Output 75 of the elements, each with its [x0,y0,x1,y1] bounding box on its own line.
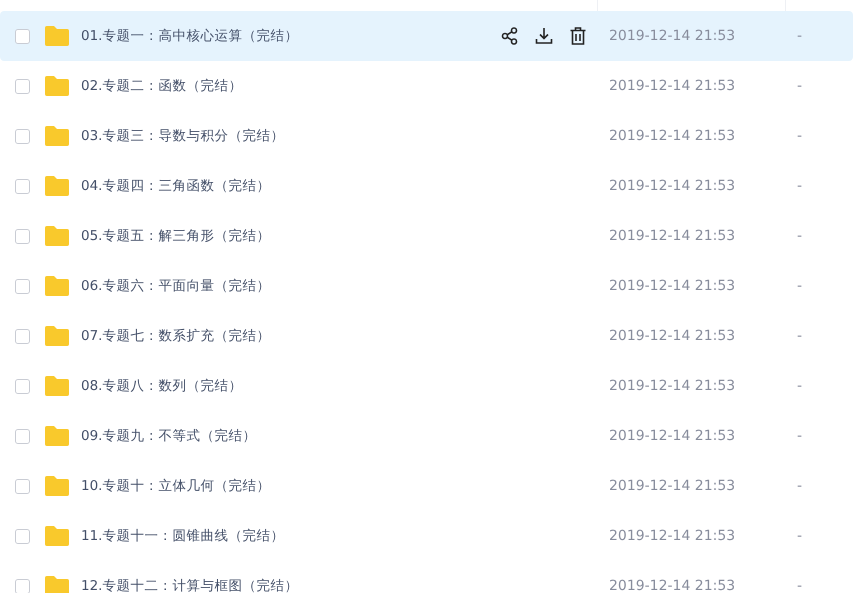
checkbox[interactable] [15,478,30,494]
modified-date: 2019-12-14 21:53 [608,478,736,494]
folder-icon [44,525,70,547]
folder-icon [44,325,70,347]
file-size: - [796,28,804,44]
folder-icon [44,375,70,397]
modified-date: 2019-12-14 21:53 [608,278,736,294]
modified-date: 2019-12-14 21:53 [608,328,736,344]
file-row[interactable]: 09.专题九：不等式（完结） 2019-12-14 21:53 - [0,411,853,461]
modified-date: 2019-12-14 21:53 [608,28,736,44]
file-row[interactable]: 08.专题八：数列（完结） 2019-12-14 21:53 - [0,361,853,411]
folder-name[interactable]: 10.专题十：立体几何（完结） [81,477,598,495]
modified-date: 2019-12-14 21:53 [608,378,736,394]
folder-icon [44,475,70,497]
file-row[interactable]: 10.专题十：立体几何（完结） 2019-12-14 21:53 - [0,461,853,511]
file-size: - [796,278,804,294]
folder-icon [44,175,70,197]
checkbox[interactable] [15,128,30,144]
file-row[interactable]: 05.专题五：解三角形（完结） 2019-12-14 21:53 - [0,211,853,261]
checkbox[interactable] [15,178,30,194]
file-size: - [796,478,804,494]
folder-icon [44,125,70,147]
file-row[interactable]: 03.专题三：导数与积分（完结） 2019-12-14 21:53 - [0,111,853,161]
file-size: - [796,428,804,444]
delete-icon[interactable] [568,26,588,46]
folder-name[interactable]: 05.专题五：解三角形（完结） [81,227,598,245]
modified-date: 2019-12-14 21:53 [608,428,736,444]
folder-name[interactable]: 02.专题二：函数（完结） [81,77,598,95]
file-size: - [796,78,804,94]
folder-name[interactable]: 01.专题一：高中核心运算（完结） [81,27,500,45]
file-row[interactable]: 01.专题一：高中核心运算（完结） 2019-12-14 21:53 - [0,11,853,61]
modified-date: 2019-12-14 21:53 [608,528,736,544]
checkbox[interactable] [15,578,30,593]
folder-name[interactable]: 09.专题九：不等式（完结） [81,427,598,445]
folder-name[interactable]: 08.专题八：数列（完结） [81,377,598,395]
folder-icon [44,575,70,593]
file-row[interactable]: 06.专题六：平面向量（完结） 2019-12-14 21:53 - [0,261,853,311]
file-size: - [796,378,804,394]
folder-icon [44,75,70,97]
modified-date: 2019-12-14 21:53 [608,178,736,194]
checkbox[interactable] [15,78,30,94]
folder-name[interactable]: 12.专题十二：计算与框图（完结） [81,577,598,593]
file-row[interactable]: 11.专题十一：圆锥曲线（完结） 2019-12-14 21:53 - [0,511,853,561]
checkbox[interactable] [15,378,30,394]
folder-icon [44,25,70,47]
file-size: - [796,528,804,544]
checkbox[interactable] [15,528,30,544]
file-row[interactable]: 07.专题七：数系扩充（完结） 2019-12-14 21:53 - [0,311,853,361]
modified-date: 2019-12-14 21:53 [608,128,736,144]
download-icon[interactable] [534,26,554,46]
checkbox[interactable] [15,28,30,44]
folder-icon [44,225,70,247]
file-size: - [796,228,804,244]
modified-date: 2019-12-14 21:53 [608,78,736,94]
checkbox[interactable] [15,328,30,344]
folder-icon [44,425,70,447]
checkbox[interactable] [15,278,30,294]
file-row[interactable]: 12.专题十二：计算与框图（完结） 2019-12-14 21:53 - [0,561,853,593]
folder-name[interactable]: 11.专题十一：圆锥曲线（完结） [81,527,598,545]
folder-name[interactable]: 07.专题七：数系扩充（完结） [81,327,598,345]
checkbox[interactable] [15,228,30,244]
share-icon[interactable] [500,26,520,46]
folder-name[interactable]: 06.专题六：平面向量（完结） [81,277,598,295]
file-size: - [796,128,804,144]
file-row[interactable]: 04.专题四：三角函数（完结） 2019-12-14 21:53 - [0,161,853,211]
file-size: - [796,328,804,344]
checkbox[interactable] [15,428,30,444]
file-row[interactable]: 02.专题二：函数（完结） 2019-12-14 21:53 - [0,61,853,111]
file-size: - [796,178,804,194]
folder-icon [44,275,70,297]
folder-name[interactable]: 04.专题四：三角函数（完结） [81,177,598,195]
file-size: - [796,578,804,593]
folder-name[interactable]: 03.专题三：导数与积分（完结） [81,127,598,145]
modified-date: 2019-12-14 21:53 [608,578,736,593]
modified-date: 2019-12-14 21:53 [608,228,736,244]
